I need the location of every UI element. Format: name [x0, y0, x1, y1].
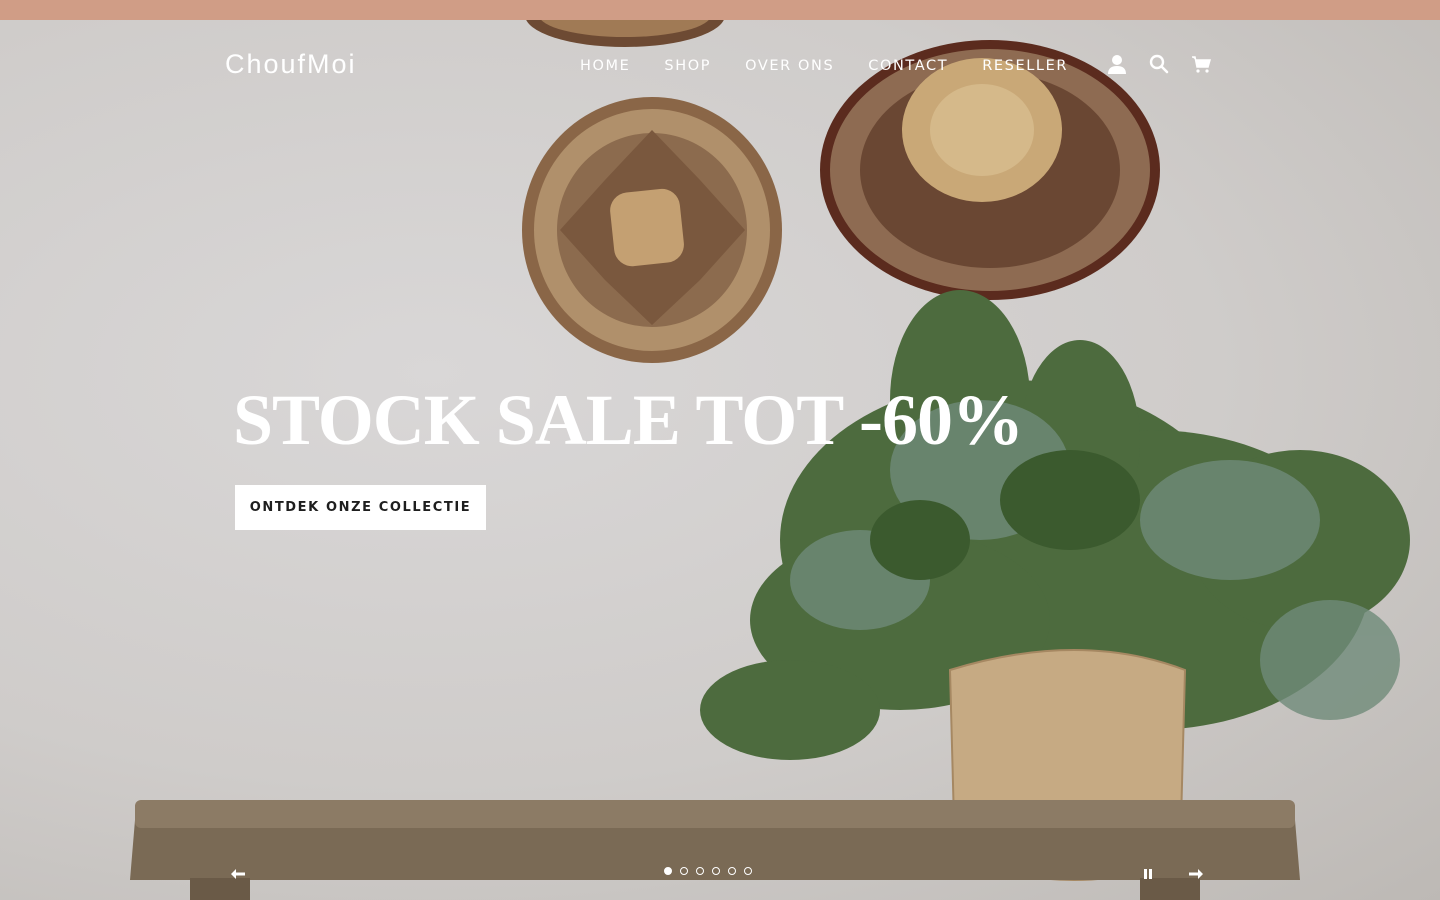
- discover-collection-button[interactable]: ONTDEK ONZE COLLECTIE: [235, 485, 486, 530]
- hero-slideshow: [0, 20, 1440, 900]
- slide-dot[interactable]: [664, 867, 672, 875]
- arrow-right-icon[interactable]: [1186, 864, 1206, 884]
- main-nav: HOME SHOP OVER ONS CONTACT RESELLER: [580, 58, 1068, 74]
- account-icon[interactable]: [1105, 52, 1129, 76]
- arrow-left-icon[interactable]: [228, 864, 248, 884]
- nav-over-ons[interactable]: OVER ONS: [745, 58, 834, 74]
- logo[interactable]: ChoufMoi: [225, 49, 357, 80]
- slide-dot[interactable]: [680, 867, 688, 875]
- site-header: ChoufMoi HOME SHOP OVER ONS CONTACT RESE…: [0, 20, 1440, 110]
- nav-contact[interactable]: CONTACT: [868, 58, 948, 74]
- hero-image: [130, 20, 1410, 900]
- hero-headline: STOCK SALE TOT -60%: [233, 380, 1024, 460]
- search-icon[interactable]: [1147, 52, 1171, 76]
- slide-dot[interactable]: [696, 867, 704, 875]
- cart-icon[interactable]: [1189, 52, 1213, 76]
- announcement-bar: [0, 0, 1440, 20]
- header-icons: [1105, 52, 1213, 76]
- nav-home[interactable]: HOME: [580, 58, 630, 74]
- slide-dot[interactable]: [712, 867, 720, 875]
- pause-icon[interactable]: [1138, 864, 1158, 884]
- slide-dot[interactable]: [744, 867, 752, 875]
- slide-indicators: [664, 867, 752, 875]
- nav-shop[interactable]: SHOP: [664, 58, 711, 74]
- nav-reseller[interactable]: RESELLER: [982, 58, 1068, 74]
- slide-dot[interactable]: [728, 867, 736, 875]
